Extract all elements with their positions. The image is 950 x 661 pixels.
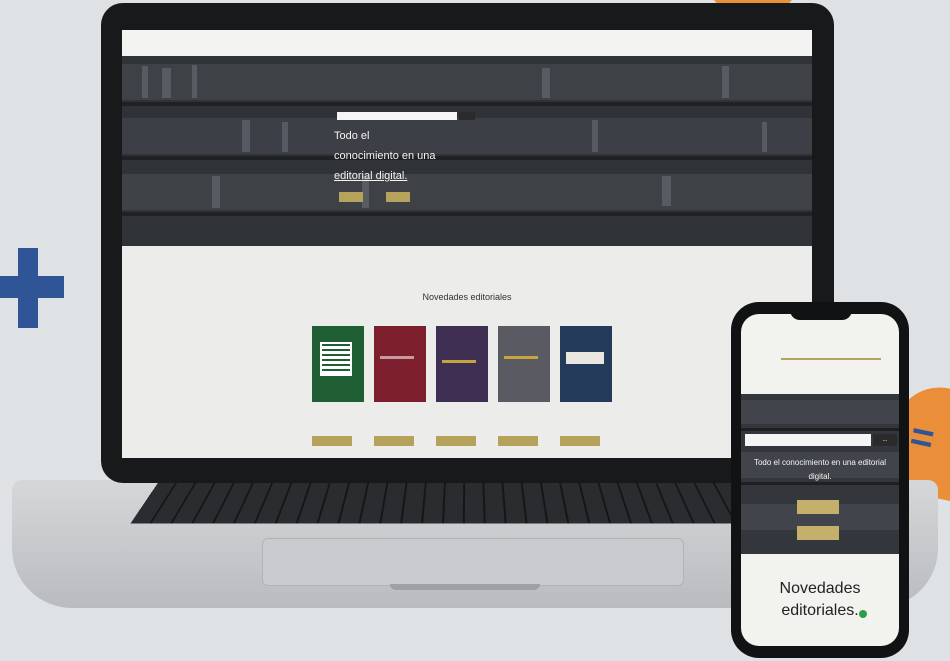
hero-button-primary[interactable]: [339, 192, 363, 202]
phone-notch: [790, 308, 852, 320]
section-title: Novedades editoriales: [422, 292, 512, 302]
phone-search-button[interactable]: ...: [873, 434, 897, 446]
book-buy-button[interactable]: [374, 436, 414, 446]
book-cover[interactable]: [312, 326, 364, 402]
new-books-section: Novedades editoriales: [122, 246, 812, 458]
laptop-trackpad: [262, 538, 684, 586]
cover-title-line: [442, 360, 476, 363]
phone-hero-heading: Todo el conocimiento en una editorial di…: [753, 458, 887, 481]
hero-heading-line: conocimiento en una: [334, 150, 436, 162]
search-button[interactable]: [459, 112, 475, 120]
qr-code-icon: [320, 342, 352, 376]
plus-icon: [0, 248, 64, 328]
cover-title-line: [504, 356, 538, 359]
hero-heading: Todo el conocimiento en una editorial di…: [334, 126, 504, 186]
book-cover[interactable]: [560, 326, 612, 402]
book-cover[interactable]: [498, 326, 550, 402]
site-header: [122, 30, 812, 56]
phone-hero-button-secondary[interactable]: [797, 526, 839, 540]
book-buy-button[interactable]: [560, 436, 600, 446]
hero-heading-line: editorial digital.: [334, 170, 408, 182]
laptop-keyboard: [130, 482, 805, 524]
phone-screen: ... Todo el conocimiento en una editoria…: [741, 314, 899, 646]
phone-search-input[interactable]: [745, 434, 871, 446]
book-cover[interactable]: [436, 326, 488, 402]
laptop-screen: Todo el conocimiento en una editorial di…: [122, 30, 812, 458]
phone-logo-underline: [781, 358, 881, 360]
cover-title-line: [380, 356, 414, 359]
chat-bubble-icon[interactable]: [859, 610, 867, 618]
hero-button-secondary[interactable]: [386, 192, 410, 202]
hero-heading-line: Todo el: [334, 130, 370, 142]
book-buy-button[interactable]: [498, 436, 538, 446]
book-cover[interactable]: [374, 326, 426, 402]
phone-hero-button-primary[interactable]: [797, 500, 839, 514]
book-buy-button[interactable]: [436, 436, 476, 446]
search-input[interactable]: [337, 112, 457, 120]
laptop-hinge: [390, 584, 540, 590]
phone-section-title: Novedades editoriales.: [779, 580, 861, 619]
cover-label: [566, 352, 604, 364]
book-buy-button[interactable]: [312, 436, 352, 446]
